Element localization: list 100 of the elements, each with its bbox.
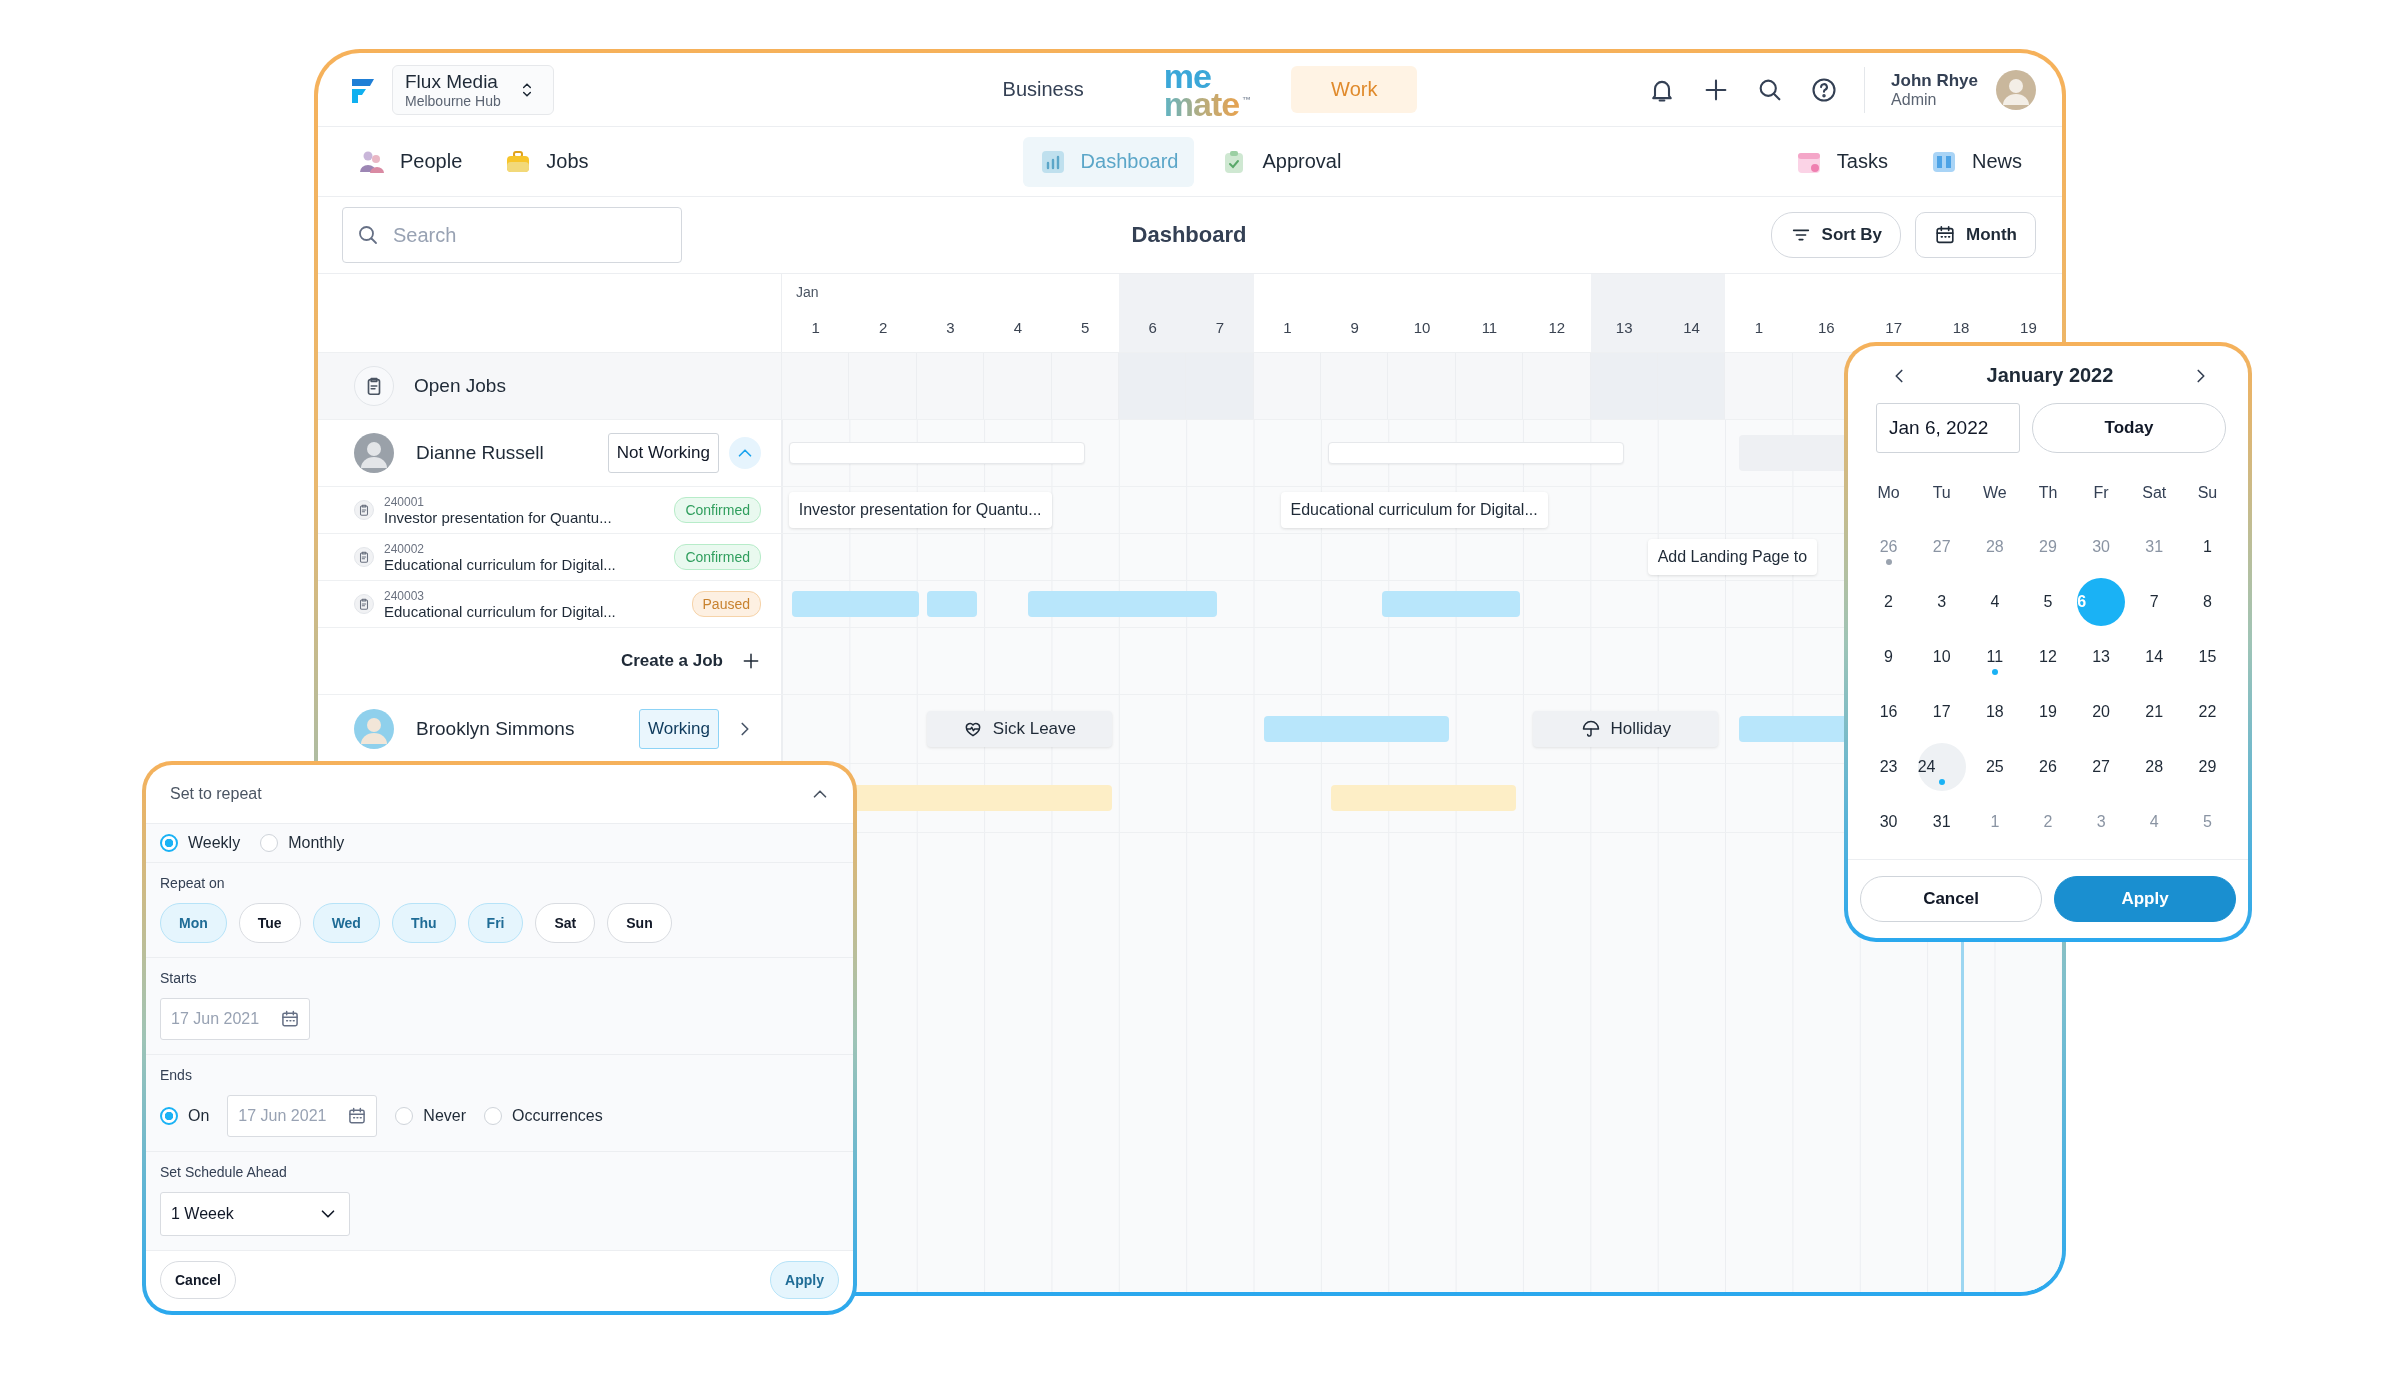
day-number: 5 (1081, 319, 1090, 336)
search-icon (356, 223, 380, 247)
date-field[interactable]: 17 Jun 2021 (160, 998, 310, 1040)
calendar-day[interactable]: 20 (2077, 687, 2126, 736)
calendar-day[interactable]: 3 (1917, 577, 1966, 626)
calendar-day[interactable]: 28 (2130, 742, 2179, 791)
radio-icon[interactable] (260, 834, 279, 852)
calendar-day[interactable]: 18 (1970, 687, 2019, 736)
schedule-select[interactable]: 1 Weeek (160, 1192, 350, 1236)
radio-option[interactable]: Weekly (160, 834, 241, 852)
calendar-day[interactable]: 19 (2024, 687, 2072, 736)
day-number: 1 (1283, 319, 1292, 336)
apply-button[interactable]: Apply (770, 1261, 839, 1299)
day-chip[interactable]: Fri (467, 903, 524, 943)
calendar-day[interactable]: 25 (1970, 742, 2019, 791)
weekday-label: Sat (2141, 483, 2168, 503)
calendar-day[interactable]: 8 (2183, 577, 2232, 626)
search-field[interactable]: Search (342, 207, 682, 263)
day-chip[interactable]: Tue (238, 903, 301, 943)
day-chip[interactable]: Wed (312, 903, 380, 943)
calendar-day[interactable]: 24 (1917, 742, 1966, 791)
calendar-day[interactable]: 29 (2183, 742, 2232, 791)
radio-icon[interactable] (484, 1107, 503, 1125)
calendar-day[interactable]: 1 (2183, 522, 2232, 571)
day-number: 2 (878, 319, 888, 336)
nav-tab[interactable]: Jobs (488, 136, 605, 187)
calendar-day[interactable]: 14 (2130, 632, 2179, 681)
day-number: 9 (1350, 319, 1359, 336)
apply-button[interactable]: Apply (2054, 876, 2236, 922)
calendar-day[interactable]: 31 (1917, 797, 1966, 846)
cancel-button[interactable]: Cancel (1860, 876, 2042, 922)
weekday-label: Fr (2092, 483, 2110, 503)
organization-selector[interactable]: Flux Media Melbourne Hub (392, 64, 554, 115)
calendar-day[interactable]: 22 (2183, 687, 2232, 736)
day-chip[interactable]: Thu (391, 903, 456, 943)
mode-tab[interactable]: Business (962, 66, 1124, 113)
date-field[interactable]: 17 Jun 2021 (227, 1095, 378, 1137)
calendar-day[interactable]: 11 (1970, 632, 2019, 681)
status-button[interactable]: Not Working (607, 433, 719, 473)
nav-tab[interactable]: News (1914, 136, 2038, 187)
calendar-day[interactable]: 2 (1864, 577, 1913, 626)
job-bar[interactable]: Educational curriculum for Digital... (1280, 492, 1548, 528)
expand-button[interactable] (729, 437, 761, 469)
job-bar[interactable]: Add Landing Page to (1647, 539, 1818, 575)
job-bar[interactable]: Investor presentation for Quantu... (788, 492, 1052, 528)
day-number: 3 (946, 319, 955, 336)
sort-button[interactable]: Sort By (1770, 212, 1901, 258)
calendar-icon (280, 1009, 300, 1029)
user-name: John Rhye (1891, 70, 1978, 91)
brand-logo: me mate™ (1163, 61, 1252, 118)
calendar-day[interactable]: 5 (2024, 577, 2072, 626)
today-button[interactable]: Today (2032, 403, 2226, 453)
day-number: 13 (1615, 319, 1633, 336)
calendar-day[interactable]: 30 (1864, 797, 1913, 846)
avatar (354, 433, 394, 473)
calendar-day[interactable]: 21 (2130, 687, 2179, 736)
job-title: Educational curriculum for Digital... (384, 602, 617, 620)
day-chip[interactable]: Sat (535, 903, 596, 943)
calendar-day[interactable]: 7 (2130, 577, 2179, 626)
leave-bar[interactable]: Sick Leave (926, 711, 1113, 747)
radio-option[interactable]: Never (395, 1107, 467, 1125)
day-number: 4 (1013, 319, 1022, 336)
radio-option[interactable]: Occurrences (484, 1107, 603, 1125)
calendar-day[interactable]: 26 (2024, 742, 2072, 791)
radio-icon[interactable] (160, 834, 178, 852)
calendar-day[interactable]: 16 (1864, 687, 1913, 736)
radio-icon[interactable] (395, 1107, 414, 1125)
create-job-button[interactable]: Create a Job (620, 651, 761, 671)
cancel-button[interactable]: Cancel (160, 1261, 236, 1299)
radio-option[interactable]: Monthly (260, 834, 345, 852)
nav-tab[interactable]: Tasks (1778, 136, 1904, 187)
nav-tab[interactable]: People (342, 136, 479, 187)
day-number: 17 (1885, 319, 1903, 336)
status-button[interactable]: Working (638, 709, 719, 749)
nav-tab[interactable]: Approval (1204, 136, 1358, 187)
calendar-day[interactable]: 15 (2183, 632, 2232, 681)
date-field[interactable]: Jan 6, 2022 (1876, 403, 2020, 453)
day-chip[interactable]: Mon (160, 903, 227, 943)
calendar-icon (1934, 224, 1956, 246)
calendar-day[interactable]: 12 (2024, 632, 2072, 681)
shift-bar[interactable] (926, 591, 978, 617)
calendar-day[interactable]: 27 (2077, 742, 2126, 791)
month-label: Jan (795, 284, 819, 300)
job-number: 240003 (384, 588, 426, 603)
clipboard-icon (357, 597, 371, 611)
calendar-day[interactable]: 13 (2077, 632, 2126, 681)
day-chip[interactable]: Sun (607, 903, 672, 943)
calendar-day[interactable]: 17 (1917, 687, 1966, 736)
job-title: Educational curriculum for Digital... (384, 555, 617, 573)
view-button[interactable]: Month (1915, 212, 2036, 258)
status-badge: Confirmed (674, 497, 761, 523)
leave-bar[interactable]: Holliday (1533, 711, 1719, 747)
avatar (1996, 69, 2036, 110)
radio-icon[interactable] (160, 1107, 178, 1125)
day-number: 14 (1683, 319, 1700, 336)
calendar-day[interactable]: 9 (1864, 632, 1913, 681)
radio-option[interactable]: On (160, 1107, 210, 1125)
calendar-day[interactable]: 10 (1917, 632, 1966, 681)
calendar-day[interactable]: 23 (1864, 742, 1913, 791)
calendar-day[interactable]: 4 (1970, 577, 2019, 626)
